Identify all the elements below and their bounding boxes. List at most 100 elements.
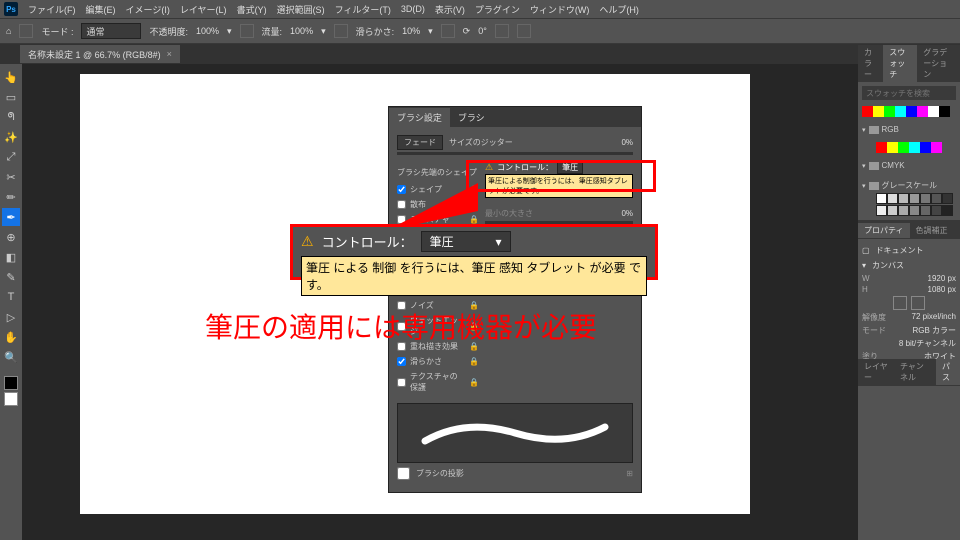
opacity-caret-icon[interactable]: ▾ [227, 26, 232, 37]
tab-properties[interactable]: プロパティ [858, 223, 910, 238]
smooth-value[interactable]: 10% [402, 26, 420, 36]
smooth-opts-icon[interactable] [441, 24, 455, 38]
control-select-zoom[interactable]: 筆圧▾ [421, 231, 511, 252]
tool-text[interactable]: T [2, 288, 20, 306]
home-icon[interactable]: ⌂ [6, 26, 11, 36]
bg-swatch[interactable] [4, 392, 18, 406]
tool-marquee[interactable]: ▭ [2, 88, 20, 106]
symmetry-icon[interactable] [517, 24, 531, 38]
swatch[interactable] [920, 205, 931, 216]
menu-window[interactable]: ウィンドウ(W) [530, 3, 590, 16]
menu-layer[interactable]: レイヤー(L) [180, 3, 227, 16]
tab-color[interactable]: カラー [858, 45, 883, 82]
brush-opt-protect[interactable]: テクスチャの保護🔒 [397, 369, 479, 395]
menu-help[interactable]: ヘルプ(H) [599, 3, 639, 16]
swatch[interactable] [876, 193, 887, 204]
airbrush-icon[interactable] [334, 24, 348, 38]
fade-button[interactable]: フェード [397, 135, 443, 150]
tab-adjust[interactable]: 色調補正 [910, 223, 954, 238]
tab-gradient[interactable]: グラデーション [917, 45, 960, 82]
menu-file[interactable]: ファイル(F) [28, 3, 76, 16]
menu-select[interactable]: 選択範囲(S) [277, 3, 325, 16]
check-protect[interactable] [397, 378, 406, 387]
angle-value[interactable]: 0° [478, 26, 487, 36]
swatch[interactable] [931, 193, 942, 204]
swatch-yellow[interactable] [873, 106, 884, 117]
swatch[interactable] [898, 205, 909, 216]
new-preset-icon[interactable]: ⊞ [626, 469, 633, 478]
swatch[interactable] [898, 142, 909, 153]
document-tab[interactable]: 名称未設定 1 @ 66.7% (RGB/8#) × [20, 45, 180, 63]
swatch-magenta[interactable] [917, 106, 928, 117]
group-gray[interactable]: グレースケール [862, 178, 956, 193]
tool-crop[interactable]: ⤢ [2, 148, 20, 166]
menu-plugin[interactable]: プラグイン [475, 3, 520, 16]
prop-canvas[interactable]: ▾ カンバス [862, 258, 956, 273]
brush-projection-check[interactable] [397, 467, 410, 480]
swatch[interactable] [887, 193, 898, 204]
lock-icon[interactable]: 🔒 [469, 357, 479, 366]
brush-preset-icon[interactable] [19, 24, 33, 38]
tab-channels[interactable]: チャンネル [894, 359, 936, 385]
brush-opt-smoothing[interactable]: 滑らかさ🔒 [397, 354, 479, 369]
swatch-blue[interactable] [906, 106, 917, 117]
tool-zoom[interactable]: 🔍 [2, 348, 20, 366]
tool-hand[interactable]: ✋ [2, 328, 20, 346]
swatch[interactable] [931, 142, 942, 153]
check-smoothing[interactable] [397, 357, 406, 366]
tool-eyedropper[interactable]: ✂ [2, 168, 20, 186]
swatch[interactable] [942, 193, 953, 204]
tool-wand[interactable]: ✨ [2, 128, 20, 146]
size-jitter-slider[interactable] [397, 152, 633, 155]
swatch[interactable] [909, 205, 920, 216]
menu-3d[interactable]: 3D(D) [401, 4, 425, 14]
swatch-black[interactable] [939, 106, 950, 117]
orient-portrait-icon[interactable] [893, 296, 907, 310]
swatch-green[interactable] [884, 106, 895, 117]
search-input[interactable] [862, 86, 956, 100]
orient-landscape-icon[interactable] [911, 296, 925, 310]
size-jitter-value[interactable]: 0% [605, 138, 633, 147]
swatch-white[interactable] [928, 106, 939, 117]
min-diam-value[interactable]: 0% [605, 209, 633, 218]
swatch[interactable] [931, 205, 942, 216]
swatch-red[interactable] [862, 106, 873, 117]
swatch[interactable] [898, 193, 909, 204]
menu-filter[interactable]: フィルター(T) [335, 3, 391, 16]
close-icon[interactable]: × [167, 49, 172, 59]
tab-paths[interactable]: パス [936, 359, 960, 385]
w-value[interactable]: 1920 px [928, 274, 956, 283]
menu-image[interactable]: イメージ(I) [126, 3, 170, 16]
pressure-opacity-icon[interactable] [240, 24, 254, 38]
menu-type[interactable]: 書式(Y) [237, 3, 267, 16]
mode-select[interactable]: 通常 [81, 23, 141, 39]
fg-swatch[interactable] [4, 376, 18, 390]
tool-pen[interactable]: ✎ [2, 268, 20, 286]
res-value[interactable]: 72 pixel/inch [912, 312, 956, 323]
tool-lasso[interactable]: ᖗ [2, 108, 20, 126]
tab-brush-settings[interactable]: ブラシ設定 [389, 108, 450, 127]
swatch[interactable] [942, 205, 953, 216]
group-cmyk[interactable]: CMYK [862, 159, 956, 172]
swatch[interactable] [887, 142, 898, 153]
opacity-value[interactable]: 100% [196, 26, 219, 36]
flow-value[interactable]: 100% [290, 26, 313, 36]
swatch[interactable] [909, 142, 920, 153]
pressure-size-icon[interactable] [495, 24, 509, 38]
tab-swatch[interactable]: スウォッチ [883, 45, 917, 82]
swatch[interactable] [876, 142, 887, 153]
swatch-cyan[interactable] [895, 106, 906, 117]
tab-layers[interactable]: レイヤー [858, 359, 894, 385]
menu-edit[interactable]: 編集(E) [86, 3, 116, 16]
tool-gradient[interactable]: ◧ [2, 248, 20, 266]
tool-stamp[interactable]: ⊕ [2, 228, 20, 246]
group-rgb[interactable]: RGB [862, 123, 956, 136]
depth-value[interactable]: 8 bit/チャンネル [899, 338, 956, 349]
tool-brush[interactable]: ✒ [2, 208, 20, 226]
color-swatches[interactable] [4, 376, 18, 406]
smooth-caret-icon[interactable]: ▾ [428, 26, 433, 37]
lock-icon[interactable]: 🔒 [469, 378, 479, 387]
tool-heal[interactable]: ✏ [2, 188, 20, 206]
swatch[interactable] [876, 205, 887, 216]
swatch[interactable] [920, 193, 931, 204]
